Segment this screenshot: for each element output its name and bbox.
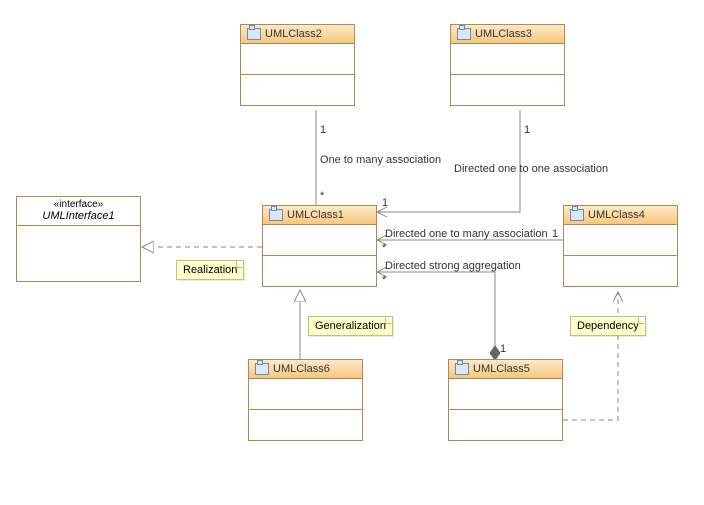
label-e2: Directed one to one association <box>454 163 608 175</box>
stereotype-label: «interface» <box>17 197 140 210</box>
label-e4: Directed strong aggregation <box>385 260 521 272</box>
label-e3: Directed one to many association <box>385 228 548 240</box>
uml-class-3[interactable]: UMLClass3 <box>450 24 565 106</box>
mult-c4-src: 1 <box>552 228 558 240</box>
uml-class-1[interactable]: UMLClass1 <box>262 205 377 287</box>
mult-c5-tgt: * <box>382 274 386 286</box>
mult-c5-src: 1 <box>500 343 506 355</box>
class-icon <box>247 28 261 40</box>
class-icon <box>255 363 269 375</box>
mult-c4-tgt: * <box>382 242 386 254</box>
mult-c3-src: 1 <box>524 124 530 136</box>
uml-class-5[interactable]: UMLClass5 <box>448 359 563 441</box>
class-name: UMLInterface1 <box>17 210 140 226</box>
edge-dependency-c5-c4 <box>563 292 618 420</box>
label-e1: One to many association <box>320 154 441 166</box>
class-name: UMLClass6 <box>273 363 330 375</box>
class-name: UMLClass4 <box>588 209 645 221</box>
mult-c2-tgt: * <box>320 190 324 202</box>
class-name: UMLClass3 <box>475 28 532 40</box>
mult-c2-src: 1 <box>320 124 326 136</box>
class-name: UMLClass5 <box>473 363 530 375</box>
note-generalization[interactable]: Generalization <box>308 316 393 336</box>
uml-class-4[interactable]: UMLClass4 <box>563 205 678 287</box>
class-name: UMLClass2 <box>265 28 322 40</box>
class-icon <box>457 28 471 40</box>
note-dependency[interactable]: Dependency <box>570 316 646 336</box>
class-icon <box>269 209 283 221</box>
edge-composition-c5-c1 <box>377 272 495 359</box>
class-name: UMLClass1 <box>287 209 344 221</box>
note-realization[interactable]: Realization <box>176 260 244 280</box>
uml-class-2[interactable]: UMLClass2 <box>240 24 355 106</box>
class-icon <box>455 363 469 375</box>
class-icon <box>570 209 584 221</box>
mult-c3-tgt: 1 <box>382 197 388 209</box>
uml-class-6[interactable]: UMLClass6 <box>248 359 363 441</box>
uml-interface-1[interactable]: «interface» UMLInterface1 <box>16 196 141 282</box>
